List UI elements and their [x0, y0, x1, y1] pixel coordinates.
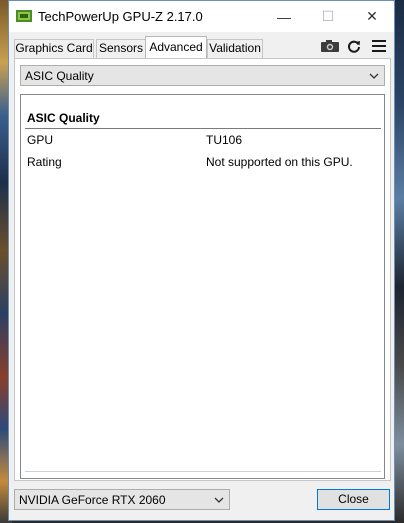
row-gpu-value: TU106 [206, 133, 243, 147]
desktop-background-right [394, 0, 404, 523]
title-bar[interactable]: TechPowerUp GPU-Z 2.17.0 — ☐ ✕ [9, 1, 394, 32]
window-title: TechPowerUp GPU-Z 2.17.0 [38, 9, 203, 24]
section-header: ASIC Quality [27, 111, 100, 125]
minimize-button[interactable]: — [262, 1, 306, 32]
advanced-info-list[interactable]: ASIC Quality GPU TU106 Rating Not suppor… [20, 94, 385, 479]
minimize-icon: — [277, 8, 291, 25]
row-rating-label: Rating [27, 155, 62, 169]
close-button[interactable]: Close [317, 489, 390, 510]
section-divider [25, 128, 381, 129]
tab-bar: Graphics Card Sensors Advanced Validatio… [9, 35, 269, 59]
row-gpu-label: GPU [27, 133, 54, 147]
close-window-button[interactable]: ✕ [350, 1, 394, 32]
close-icon: ✕ [366, 8, 378, 24]
gpu-z-window: TechPowerUp GPU-Z 2.17.0 — ☐ ✕ Graphics … [8, 0, 395, 521]
advanced-tab-panel: ASIC Quality ASIC Quality GPU TU106 Rati… [14, 58, 391, 481]
maximize-icon: ☐ [321, 8, 335, 24]
gpu-select-value: NVIDIA GeForce RTX 2060 [19, 493, 166, 507]
maximize-button[interactable]: ☐ [306, 1, 350, 32]
gpu-z-icon [16, 10, 32, 22]
chevron-down-icon [369, 73, 379, 79]
tab-sensors[interactable]: Sensors [96, 39, 146, 58]
refresh-icon[interactable] [343, 37, 365, 55]
chevron-down-icon [214, 497, 224, 503]
hamburger-menu-icon[interactable] [368, 37, 390, 55]
tab-graphics-card[interactable]: Graphics Card [14, 39, 94, 58]
camera-icon[interactable] [319, 37, 341, 55]
advanced-section-select[interactable]: ASIC Quality [20, 65, 385, 86]
row-rating-value: Not supported on this GPU. [206, 155, 353, 169]
gpu-select[interactable]: NVIDIA GeForce RTX 2060 [14, 489, 230, 510]
advanced-section-value: ASIC Quality [25, 69, 94, 83]
tab-advanced[interactable]: Advanced [145, 36, 207, 59]
tab-validation[interactable]: Validation [207, 39, 263, 58]
list-bottom-divider [25, 471, 381, 472]
